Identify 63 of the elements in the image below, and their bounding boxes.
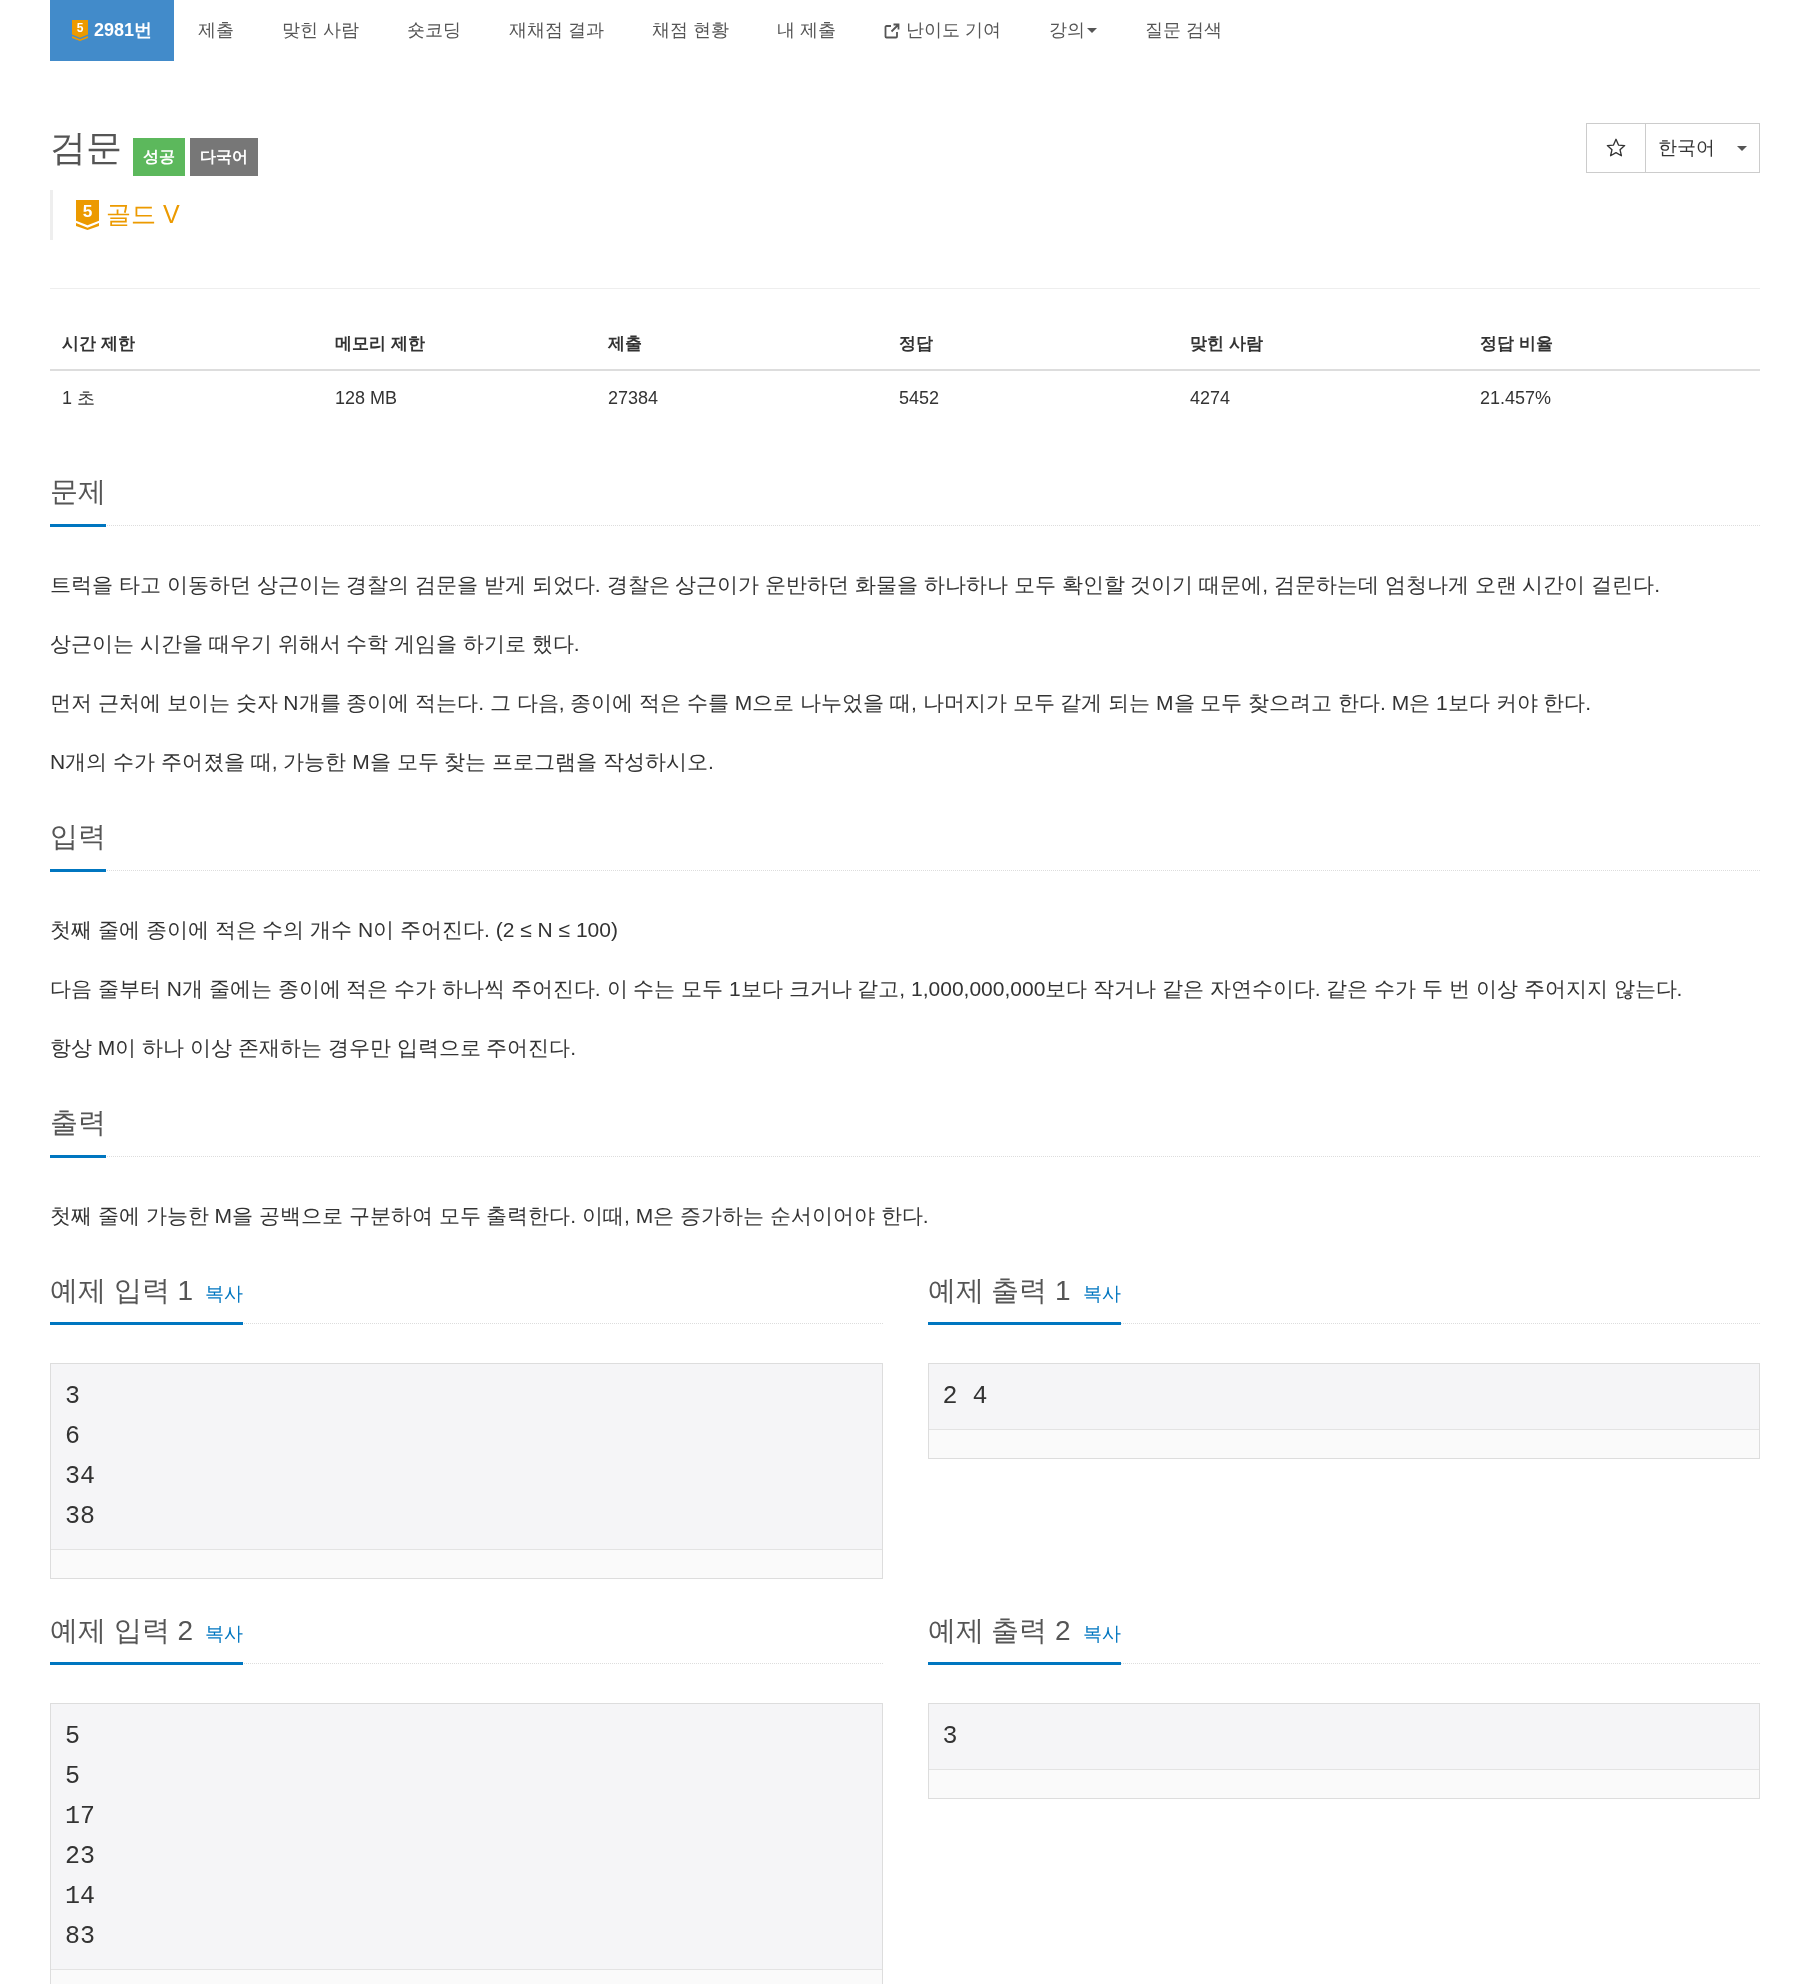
code-line: 23 <box>65 1841 95 1873</box>
section-heading: 입력 <box>50 820 106 854</box>
section-heading: 출력 <box>50 1106 106 1140</box>
table-cell-text: 27384 <box>607 386 660 410</box>
external-link-icon <box>884 22 901 39</box>
nav-tab[interactable]: 재채점 결과 <box>485 0 629 61</box>
language-select[interactable]: 한국어 <box>1646 123 1760 173</box>
example-heading: 예제 출력 1 <box>927 1274 1071 1308</box>
code-line: 14 <box>65 1881 95 1913</box>
copy-link[interactable]: 복사 <box>205 1620 244 1649</box>
example-heading: 예제 출력 2 <box>927 1614 1071 1648</box>
section-heading: 문제 <box>50 475 106 509</box>
tag-label: 성공 <box>133 138 185 176</box>
caret-icon <box>1737 145 1747 151</box>
tag-label: 다국어 <box>190 138 258 176</box>
nav-tab[interactable]: 맞힌 사람 <box>258 0 384 61</box>
star-button[interactable] <box>1586 123 1646 173</box>
problem-title: 검문 <box>50 130 122 166</box>
table-header-cell-text: 정답 비율 <box>1479 332 1554 355</box>
nav-tab[interactable]: 질문 검색 <box>1121 0 1247 61</box>
table-cell-text: 1 초 <box>61 386 96 410</box>
table-cell-text: 128 MB <box>334 386 399 410</box>
table-header-cell-text: 정답 <box>898 332 934 355</box>
example-heading: 예제 입력 2 <box>50 1614 194 1648</box>
code-line: 38 <box>65 1501 95 1533</box>
code-line: 3 <box>942 1721 958 1753</box>
nav-tab[interactable]: 난이도 기여 <box>860 0 1026 61</box>
paragraph: 트럭을 타고 이동하던 상근이는 경찰의 검문을 받게 되었다. 경찰은 상근이가 운반하던 화물을 하나하나 모두 확인할 것이기 때문에, 검문하는데 엄청나게 오랜 시간이 걸린다. <box>50 572 1661 598</box>
paragraph: 첫째 줄에 종이에 적은 수의 개수 N이 주어진다. (2 ≤ N ≤ 100) <box>50 917 618 943</box>
nav-tab[interactable]: 채점 현황 <box>628 0 754 61</box>
code-line: 6 <box>65 1421 80 1453</box>
code-line: 17 <box>65 1801 95 1833</box>
caret-icon <box>1087 28 1098 33</box>
copy-link[interactable]: 복사 <box>1082 1280 1121 1309</box>
code-line: 34 <box>65 1461 95 1493</box>
code-line: 5 <box>65 1761 80 1793</box>
copy-link[interactable]: 복사 <box>205 1280 244 1309</box>
copy-link[interactable]: 복사 <box>1082 1620 1121 1649</box>
paragraph: 다음 줄부터 N개 줄에는 종이에 적은 수가 하나씩 주어진다. 이 수는 모두 1보다 크거나 같고, 1,000,000,000보다 작거나 같은 자연수이다. 같은 수가 두 번 이상 주어지지 않는다. <box>50 976 1683 1002</box>
nav-tab[interactable]: 내 제출 <box>753 0 861 61</box>
paragraph: 먼저 근처에 보이는 숫자 N개를 종이에 적는다. 그 다음, 종이에 적은 수를 M으로 나누었을 때, 나머지가 모두 같게 되는 M을 모두 찾으려고 한다. M은 1보다 커야 한다. <box>50 690 1592 716</box>
code-line: 83 <box>65 1921 95 1953</box>
tier-label: 골드 V <box>106 199 180 231</box>
example-heading: 예제 입력 1 <box>50 1274 194 1308</box>
table-cell-text: 21.457% <box>1479 386 1553 410</box>
table-header-cell-text: 맞힌 사람 <box>1189 332 1264 355</box>
nav-tab[interactable]: 숏코딩 <box>383 0 486 61</box>
paragraph: 상근이는 시간을 때우기 위해서 수학 게임을 하기로 했다. <box>50 631 580 657</box>
code-line: 5 <box>65 1721 80 1753</box>
nav-tab[interactable]: 제출 <box>174 0 259 61</box>
table-cell-text: 5452 <box>898 386 941 410</box>
code-line: 3 <box>65 1381 80 1413</box>
table-cell-text: 4274 <box>1189 386 1232 410</box>
table-header-cell-text: 시간 제한 <box>61 332 136 355</box>
nav-tab[interactable]: 강의 <box>1025 0 1122 61</box>
table-header-cell-text: 메모리 제한 <box>334 332 426 355</box>
tier-badge-icon: 5 <box>72 20 88 41</box>
paragraph: 항상 M이 하나 이상 존재하는 경우만 입력으로 주어진다. <box>50 1035 577 1061</box>
paragraph: 첫째 줄에 가능한 M을 공백으로 구분하여 모두 출력한다. 이때, M은 증가하는 순서이어야 한다. <box>50 1203 929 1229</box>
paragraph: N개의 수가 주어졌을 때, 가능한 M을 모두 찾는 프로그램을 작성하시오. <box>50 749 714 775</box>
table-header-cell-text: 제출 <box>607 332 643 355</box>
nav-tab[interactable]: 5 2981번 <box>50 0 175 61</box>
code-line: 2 4 <box>942 1381 988 1413</box>
